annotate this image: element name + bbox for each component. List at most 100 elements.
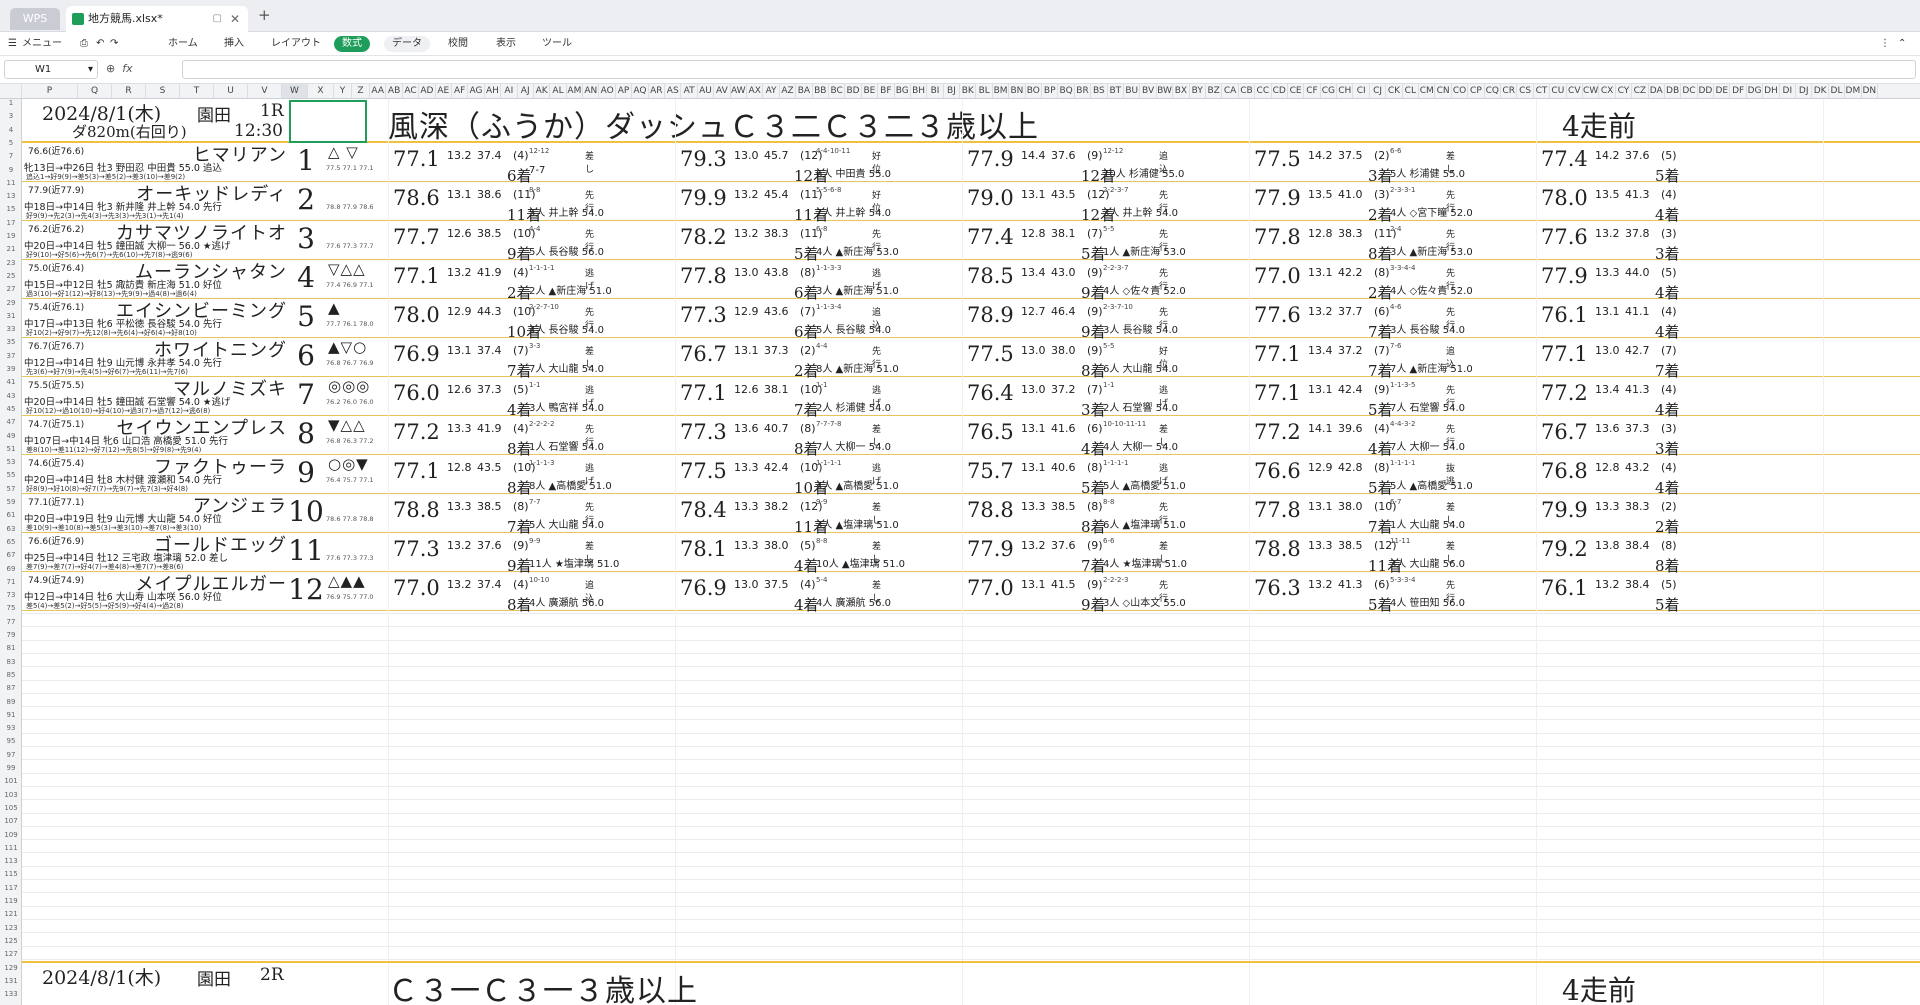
redo-icon[interactable]: ↷	[110, 36, 118, 52]
past-run-cell[interactable]: 78.5 13.4 43.0 (9) 9着 2-2-3-7 先行 4人 ◇佐々貴 52.0	[962, 260, 1186, 302]
past-run-cell[interactable]: 77.9 13.2 37.6 (9) 7着 6-6 差し 4人 ★塩津璃 51.0	[962, 533, 1187, 575]
column-header-dd[interactable]: DD	[1698, 84, 1715, 98]
past-run-cell[interactable]: 77.8 12.8 38.3 (11) 8着 2-4 先行 3人 ▲新庄海 53.0	[1249, 221, 1473, 263]
more-icon[interactable]: ⋮	[1880, 36, 1890, 52]
tab-layout[interactable]: レイアウト	[271, 36, 321, 52]
column-header-bp[interactable]: BP	[1042, 84, 1059, 98]
row-number[interactable]: 43	[0, 392, 21, 400]
column-header-v[interactable]: V	[248, 84, 282, 98]
column-header-bn[interactable]: BN	[1009, 84, 1026, 98]
column-header-af[interactable]: AF	[452, 84, 469, 98]
row-number[interactable]: 51	[0, 445, 21, 453]
past-run-cell[interactable]: 76.5 13.1 41.6 (6) 4着 10-10-11-11 差し 4人 大柳一 54.…	[962, 416, 1178, 458]
row-number[interactable]: 61	[0, 511, 21, 519]
column-header-r[interactable]: R	[112, 84, 146, 98]
column-header-dk[interactable]: DK	[1812, 84, 1829, 98]
row-number[interactable]: 77	[0, 618, 21, 626]
past-run-cell[interactable]: 77.5 13.0 38.0 (9) 8着 5-5 好位 6人 大山龍 54.0	[962, 338, 1178, 380]
row-number[interactable]: 133	[0, 990, 21, 998]
column-header-an[interactable]: AN	[583, 84, 600, 98]
window-icon[interactable]: ▢	[213, 6, 222, 32]
column-header-ar[interactable]: AR	[649, 84, 666, 98]
selected-cell[interactable]	[289, 100, 367, 143]
save-icon[interactable]: ⎙	[80, 36, 88, 52]
row-number[interactable]: 29	[0, 299, 21, 307]
past-run-cell[interactable]: 76.1 13.2 38.4 (5) 5着	[1536, 572, 1750, 614]
column-header-bw[interactable]: BW	[1157, 84, 1174, 98]
column-header-aj[interactable]: AJ	[518, 84, 534, 98]
column-header-cy[interactable]: CY	[1616, 84, 1633, 98]
ribbon-menu-label[interactable]: メニュー	[22, 36, 62, 52]
tab-review[interactable]: 校閲	[448, 36, 468, 52]
column-header-dn[interactable]: DN	[1862, 84, 1878, 98]
column-header-dg[interactable]: DG	[1747, 84, 1764, 98]
past-run-cell[interactable]: 77.1 13.0 42.7 (7) 7着	[1536, 338, 1750, 380]
row-number[interactable]: 117	[0, 884, 21, 892]
row-number[interactable]: 45	[0, 405, 21, 413]
row-number[interactable]: 103	[0, 791, 21, 799]
row-number[interactable]: 37	[0, 352, 21, 360]
column-header-x[interactable]: X	[308, 84, 334, 98]
column-header-df[interactable]: DF	[1730, 84, 1747, 98]
row-number[interactable]: 121	[0, 910, 21, 918]
row-number[interactable]: 97	[0, 751, 21, 759]
column-header-cg[interactable]: CG	[1321, 84, 1338, 98]
past-run-cell[interactable]: 77.8 13.0 43.8 (8) 6着 1-1-3-3 逃げ 3人 ▲新庄海 51.0	[675, 260, 899, 302]
row-number[interactable]: 107	[0, 817, 21, 825]
row-number[interactable]: 3	[0, 112, 21, 120]
past-run-cell[interactable]: 77.1 13.2 37.4 (4) 6着 12-12 差し 7-7	[388, 143, 602, 185]
column-header-w[interactable]: W	[282, 84, 308, 98]
row-number[interactable]: 69	[0, 565, 21, 573]
row-number[interactable]: 67	[0, 551, 21, 559]
column-header-bd[interactable]: BD	[845, 84, 862, 98]
row-number[interactable]: 105	[0, 804, 21, 812]
row-number[interactable]: 115	[0, 870, 21, 878]
row-number[interactable]: 95	[0, 737, 21, 745]
column-header-dl[interactable]: DL	[1829, 84, 1846, 98]
column-header-ci[interactable]: CI	[1353, 84, 1370, 98]
row-number[interactable]: 1	[0, 99, 21, 107]
column-header-bc[interactable]: BC	[829, 84, 846, 98]
sheet-grid[interactable]: 2024/8/1(木) 園田 1R ダ820m(右回り) 12:30 風深（ふう…	[22, 99, 1920, 1005]
past-run-cell[interactable]: 79.9 13.2 45.4 (11) 11着 5-5-6-8 好位 7人 井上幹 54.0	[675, 182, 891, 224]
row-number[interactable]: 55	[0, 471, 21, 479]
row-number[interactable]: 7	[0, 152, 21, 160]
row-number[interactable]: 73	[0, 591, 21, 599]
past-run-cell[interactable]: 76.8 12.8 43.2 (4) 4着	[1536, 455, 1750, 497]
row-number[interactable]: 127	[0, 950, 21, 958]
past-run-cell[interactable]: 76.4 13.0 37.2 (7) 3着 1-1 逃げ 2人 石堂響 54.0	[962, 377, 1178, 419]
past-run-cell[interactable]: 77.2 13.3 41.9 (4) 8着 2-2-2-2 先行 1人 石堂響 54.0	[388, 416, 604, 458]
past-run-cell[interactable]: 76.1 13.1 41.1 (4) 4着	[1536, 299, 1750, 341]
column-header-am[interactable]: AM	[567, 84, 584, 98]
row-number[interactable]: 83	[0, 658, 21, 666]
row-number[interactable]: 109	[0, 831, 21, 839]
column-header-cx[interactable]: CX	[1599, 84, 1616, 98]
past-run-cell[interactable]: 79.0 13.1 43.5 (12) 12着 2-2-3-7 先行 3人 井上幹 54.0	[962, 182, 1178, 224]
column-header-bx[interactable]: BX	[1173, 84, 1190, 98]
past-run-cell[interactable]: 79.9 13.3 38.3 (2) 2着	[1536, 494, 1750, 536]
row-number[interactable]: 101	[0, 777, 21, 785]
column-header-dm[interactable]: DM	[1845, 84, 1862, 98]
close-tab-icon[interactable]: ✕	[230, 6, 240, 32]
column-header-ba[interactable]: BA	[796, 84, 813, 98]
past-run-cell[interactable]: 78.9 12.7 46.4 (9) 9着 2-3-7-10 先行 3人 長谷駿 54.0	[962, 299, 1178, 341]
past-run-cell[interactable]: 77.0 13.1 41.5 (9) 9着 2-2-2-3 先行 3人 ◇山本文 55.0	[962, 572, 1186, 614]
column-header-ac[interactable]: AC	[403, 84, 420, 98]
row-number[interactable]: 35	[0, 338, 21, 346]
row-number[interactable]: 57	[0, 485, 21, 493]
column-header-dc[interactable]: DC	[1681, 84, 1698, 98]
row-number[interactable]: 87	[0, 684, 21, 692]
column-header-az[interactable]: AZ	[780, 84, 797, 98]
past-run-cell[interactable]: 79.2 13.8 38.4 (8) 8着	[1536, 533, 1750, 575]
past-run-cell[interactable]: 77.0 13.2 37.4 (4) 8着 10-10 追込 4人 廣瀬航 56.0	[388, 572, 604, 614]
column-header-bs[interactable]: BS	[1091, 84, 1108, 98]
column-header-ak[interactable]: AK	[534, 84, 551, 98]
column-header-cs[interactable]: CS	[1517, 84, 1534, 98]
fx-label[interactable]: fx	[122, 62, 132, 75]
past-run-cell[interactable]: 76.0 12.6 37.3 (5) 4着 1-1 逃げ 3人 鴨宮祥 54.0	[388, 377, 604, 419]
row-number[interactable]: 129	[0, 964, 21, 972]
column-header-ab[interactable]: AB	[386, 84, 403, 98]
column-header-t[interactable]: T	[180, 84, 214, 98]
column-header-s[interactable]: S	[146, 84, 180, 98]
new-tab-button[interactable]: +	[258, 6, 271, 24]
